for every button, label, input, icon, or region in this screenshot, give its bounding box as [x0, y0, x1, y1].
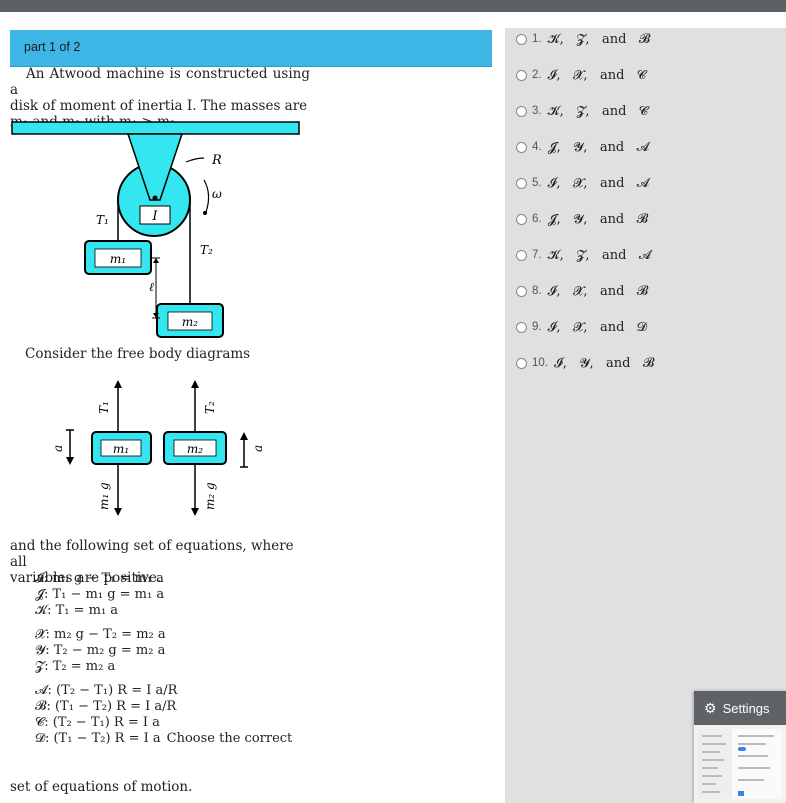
- label-T1: T₁: [96, 213, 109, 227]
- answer-option[interactable]: 10. 𝓘, 𝓨, and 𝓑: [516, 353, 654, 373]
- fbd-label-m2: m₂: [187, 442, 203, 456]
- option-number: 2.: [532, 69, 542, 81]
- label-m2: m₂: [182, 315, 198, 329]
- problem-line-1: An Atwood machine is constructed using a: [10, 66, 310, 98]
- equation-I: 𝓘: m₁ g − T₁ = m₁ a: [35, 571, 164, 586]
- settings-preview-thumbnail: [698, 729, 782, 799]
- label-I: I: [151, 209, 158, 224]
- option-text: 𝓚, 𝓩, and 𝓑: [547, 31, 651, 47]
- option-text: 𝓘, 𝓧, and 𝓒: [547, 67, 646, 83]
- equations-intro-line-1: and the following set of equations, wher…: [10, 538, 294, 570]
- fbd-label-m1: m₁: [113, 442, 129, 456]
- fbd-label-a-right: a: [251, 445, 265, 452]
- option-number: 1.: [532, 33, 542, 45]
- label-m1: m₁: [110, 252, 126, 266]
- equation-X: 𝓧: m₂ g − T₂ = m₂ a: [35, 627, 166, 642]
- consider-text: Consider the free body diagrams: [25, 346, 251, 362]
- radio-button[interactable]: [516, 249, 527, 261]
- radio-button[interactable]: [516, 177, 527, 189]
- answer-option[interactable]: 1. 𝓚, 𝓩, and 𝓑: [516, 29, 650, 49]
- option-number: 3.: [532, 105, 542, 117]
- option-number: 7.: [532, 249, 542, 261]
- answer-option[interactable]: 6. 𝓙, 𝓨, and 𝓑: [516, 209, 648, 229]
- radio-button[interactable]: [516, 141, 527, 153]
- option-number: 10.: [532, 357, 548, 369]
- problem-line-2: disk of moment of inertia I. The masses …: [10, 98, 308, 114]
- fbd-label-T1: T₁: [97, 401, 111, 414]
- answer-option[interactable]: 7. 𝓚, 𝓩, and 𝓐: [516, 245, 651, 265]
- atwood-diagram: R ω I T₁ T₂ m₁ m₂ ℓ: [11, 121, 300, 338]
- radio-button[interactable]: [516, 357, 527, 369]
- answer-option[interactable]: 5. 𝓘, 𝓧, and 𝓐: [516, 173, 649, 193]
- answer-option[interactable]: 3. 𝓚, 𝓩, and 𝓒: [516, 101, 648, 121]
- radio-button[interactable]: [516, 213, 527, 225]
- option-text: 𝓚, 𝓩, and 𝓒: [547, 103, 649, 119]
- label-R: R: [211, 153, 222, 168]
- label-T2: T₂: [200, 243, 213, 257]
- answer-option[interactable]: 8. 𝓘, 𝓧, and 𝓑: [516, 281, 648, 301]
- option-text: 𝓘, 𝓧, and 𝓑: [547, 283, 649, 299]
- equation-J: 𝓙: T₁ − m₁ g = m₁ a: [35, 587, 165, 602]
- answer-option[interactable]: 2. 𝓘, 𝓧, and 𝓒: [516, 65, 646, 85]
- option-text: 𝓘, 𝓧, and 𝓓: [547, 319, 647, 335]
- equation-A: 𝓐: (T₂ − T₁) R = I a/R: [35, 683, 178, 698]
- final-prompt: set of equations of motion.: [10, 779, 310, 796]
- omega-arrow: [203, 179, 210, 213]
- equation-C: 𝓒: (T₂ − T₁) R = I a: [35, 715, 160, 730]
- equation-Y: 𝓨: T₂ − m₂ g = m₂ a: [35, 643, 166, 658]
- answer-option[interactable]: 9. 𝓘, 𝓧, and 𝓓: [516, 317, 647, 337]
- radio-button[interactable]: [516, 321, 527, 333]
- fbd-label-a-left: a: [51, 445, 65, 452]
- equation-B: 𝓑: (T₁ − T₂) R = I a/R: [35, 699, 177, 714]
- part-label: part 1 of 2: [24, 40, 81, 54]
- radio-button[interactable]: [516, 285, 527, 297]
- equation-Z: 𝓩: T₂ = m₂ a: [35, 659, 116, 674]
- option-text: 𝓙, 𝓨, and 𝓐: [547, 139, 650, 155]
- settings-button[interactable]: ⚙ Settings: [694, 691, 786, 725]
- fbd-label-T2: T₂: [203, 401, 217, 414]
- option-number: 6.: [532, 213, 542, 225]
- equation-D: 𝓓: (T₁ − T₂) R = I a: [35, 731, 161, 746]
- radio-button[interactable]: [516, 105, 527, 117]
- top-bar: [0, 0, 786, 12]
- radius-pointer: [185, 157, 205, 163]
- radio-button[interactable]: [516, 69, 527, 81]
- settings-panel[interactable]: ⚙ Settings: [694, 691, 786, 803]
- pulley-axle: [152, 195, 158, 201]
- equations-list: 𝓘: m₁ g − T₁ = m₁ a 𝓙: T₁ − m₁ g = m₁ a …: [35, 571, 292, 747]
- answer-option[interactable]: 4. 𝓙, 𝓨, and 𝓐: [516, 137, 649, 157]
- equation-K: 𝓚: T₁ = m₁ a: [35, 603, 119, 618]
- radio-button[interactable]: [516, 33, 527, 45]
- option-text: 𝓘, 𝓧, and 𝓐: [547, 175, 650, 191]
- option-number: 5.: [532, 177, 542, 189]
- option-text: 𝓘, 𝓨, and 𝓑: [554, 355, 655, 371]
- label-ell: ℓ: [149, 280, 154, 294]
- fbd-label-m1g: m₁ g: [97, 482, 111, 510]
- option-text: 𝓚, 𝓩, and 𝓐: [547, 247, 652, 263]
- fbd-label-m2g: m₂ g: [203, 482, 217, 510]
- gear-icon: ⚙: [704, 699, 717, 716]
- final-prompt-tail: Choose the correct: [166, 731, 293, 746]
- option-number: 8.: [532, 285, 542, 297]
- final-prompt-line-2: set of equations of motion.: [10, 779, 193, 795]
- option-number: 4.: [532, 141, 542, 153]
- option-number: 9.: [532, 321, 542, 333]
- settings-label: Settings: [722, 700, 770, 716]
- ceiling-beam: [11, 121, 300, 135]
- option-text: 𝓙, 𝓨, and 𝓑: [547, 211, 649, 227]
- free-body-diagrams: T₁ m₁ m₁ g a T₂ m₂ m₂ g a: [51, 380, 265, 516]
- part-header: part 1 of 2: [10, 30, 492, 67]
- label-omega: ω: [212, 187, 222, 201]
